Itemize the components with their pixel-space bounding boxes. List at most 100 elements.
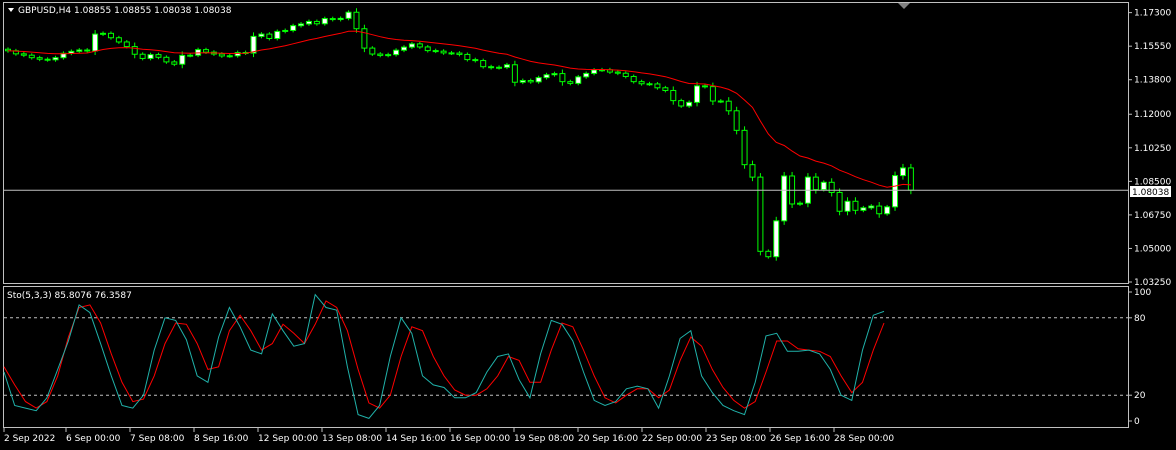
stochastic-header: Sto(5,3,3) 85.8076 76.3587 (7, 291, 132, 301)
price-tick-label: 1.03250 (1134, 278, 1171, 288)
chart-shift-marker-icon[interactable] (898, 3, 910, 9)
bull-candle (408, 43, 415, 48)
bull-candle (535, 77, 542, 83)
bear-candle (139, 53, 146, 59)
bear-candle (670, 89, 677, 102)
bear-candle (448, 52, 455, 55)
bear-candle (329, 18, 336, 21)
bear-candle (757, 176, 764, 252)
bear-candle (488, 66, 495, 69)
stochastic-main-line (3, 293, 885, 419)
bear-candle (107, 32, 114, 39)
bear-candle (765, 250, 772, 258)
bear-candle (36, 57, 43, 60)
bear-candle (749, 164, 756, 178)
stochastic-tick-label: 20 (1134, 391, 1146, 401)
bear-candle (115, 37, 122, 43)
bear-candle (638, 81, 645, 85)
bull-candle (147, 54, 154, 59)
time-tick-label: 23 Sep 08:00 (706, 434, 766, 444)
time-tick-label: 13 Sep 08:00 (322, 434, 382, 444)
bull-candle (385, 54, 392, 57)
stochastic-pane-frame (3, 286, 1129, 428)
bear-candle (559, 73, 566, 83)
bull-candle (337, 17, 344, 21)
bull-candle (844, 200, 851, 212)
bear-candle (361, 28, 368, 49)
bear-candle (84, 49, 91, 52)
bull-candle (92, 33, 99, 52)
bull-candle (868, 205, 875, 209)
bull-candle (345, 11, 352, 19)
time-tick-label: 14 Sep 16:00 (386, 434, 446, 444)
bear-candle (907, 167, 914, 191)
bull-candle (226, 55, 233, 58)
bull-candle (100, 32, 107, 35)
bull-candle (282, 29, 289, 32)
bear-candle (630, 75, 637, 83)
current-price-label: 1.08038 (1132, 188, 1169, 198)
bear-candle (662, 87, 669, 91)
bear-candle (511, 64, 518, 83)
price-tick-label: 1.06750 (1134, 211, 1171, 221)
price-tick-label: 1.17300 (1134, 9, 1171, 19)
bear-candle (733, 110, 740, 131)
bear-candle (377, 53, 384, 56)
bull-candle (179, 54, 186, 65)
bull-candle (393, 49, 400, 56)
bear-candle (203, 49, 209, 53)
price-axis: 1.17300 1.15550 1.13800 1.12000 1.10250 1.085… (1128, 9, 1171, 288)
bull-candle (274, 30, 281, 40)
bull-candle (76, 49, 83, 52)
bear-candle (725, 100, 732, 112)
bear-candle (369, 47, 376, 55)
bull-candle (884, 206, 891, 215)
time-tick-label: 6 Sep 00:00 (66, 434, 121, 444)
bear-candle (654, 83, 661, 89)
time-tick-label: 28 Sep 00:00 (834, 434, 894, 444)
bull-candle (503, 64, 510, 68)
stochastic-tick-label: 0 (1134, 417, 1140, 427)
bear-candle (440, 50, 447, 54)
bull-candle (820, 181, 827, 191)
bull-candle (250, 35, 257, 54)
bear-candle (527, 79, 534, 83)
bear-candle (876, 205, 883, 215)
bear-candle (123, 41, 130, 48)
main-pane-frame (3, 2, 1129, 284)
time-tick-label: 26 Sep 16:00 (770, 434, 830, 444)
bull-candle (899, 167, 906, 177)
bull-candle (773, 220, 780, 258)
bull-candle (583, 72, 590, 78)
bear-candle (701, 85, 708, 88)
dropdown-triangle-icon[interactable] (8, 8, 14, 12)
time-tick-label: 8 Sep 16:00 (194, 434, 249, 444)
time-tick-label: 20 Sep 16:00 (578, 434, 638, 444)
bear-candle (709, 86, 716, 102)
stochastic-tick-label: 80 (1134, 314, 1146, 324)
price-tick-label: 1.08500 (1134, 177, 1171, 187)
bull-candle (258, 33, 265, 37)
time-tick-label: 7 Sep 08:00 (130, 434, 185, 444)
time-axis: 2 Sep 2022 6 Sep 00:00 7 Sep 08:00 8 Sep 16… (3, 428, 894, 444)
bull-candle (686, 101, 693, 107)
bear-candle (472, 59, 479, 62)
bull-candle (187, 54, 194, 57)
bull-candle (575, 76, 582, 84)
bear-candle (464, 53, 471, 61)
bear-candle (567, 81, 574, 84)
bull-candle (305, 20, 312, 25)
bull-candle (290, 25, 297, 31)
chart-canvas: 1.17300 1.15550 1.13800 1.12000 1.10250 1.085… (3, 2, 1171, 444)
bear-candle (313, 20, 320, 25)
stochastic-axis: 100 80 20 0 (1128, 288, 1151, 427)
bear-candle (836, 191, 843, 212)
bull-candle (781, 175, 788, 222)
bear-candle (456, 52, 463, 55)
bear-candle (353, 11, 360, 30)
stochastic-tick-label: 100 (1134, 288, 1151, 298)
price-tick-label: 1.12000 (1134, 110, 1171, 120)
bear-candle (812, 176, 819, 191)
bear-candle (20, 53, 27, 56)
bull-candle (591, 69, 598, 74)
